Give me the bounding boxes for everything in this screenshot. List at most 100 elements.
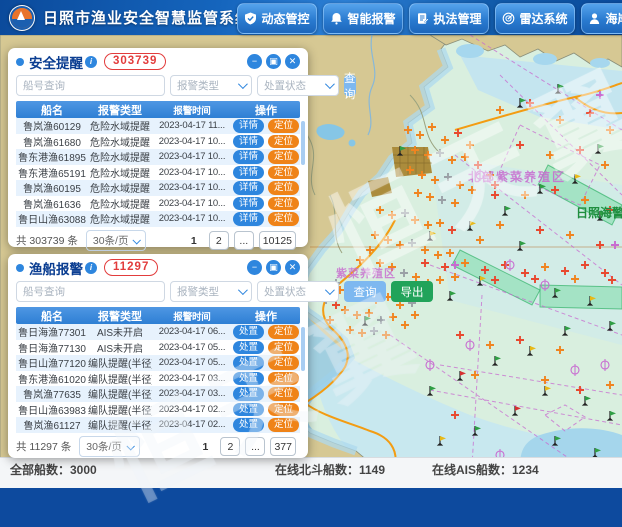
bell-icon: [330, 12, 343, 25]
page-size-select[interactable]: 30条/页: [79, 436, 140, 457]
locate-button[interactable]: 定位: [268, 197, 299, 211]
locate-button[interactable]: 定位: [268, 387, 299, 401]
page-size-select[interactable]: 30条/页: [86, 230, 147, 251]
detail-button[interactable]: 详情: [233, 166, 264, 180]
table-row[interactable]: 鲁岚渔61680危险水域提醒2023-04-17 10... 详情定位: [16, 134, 300, 150]
locate-button[interactable]: 定位: [268, 150, 299, 164]
col-operation: 操作: [232, 308, 300, 324]
table-row[interactable]: 鲁东港渔65191危险水域提醒2023-04-17 10... 详情定位: [16, 165, 300, 181]
page-last[interactable]: 377: [270, 437, 296, 456]
table-row[interactable]: 鲁岚渔61636危险水域提醒2023-04-17 10... 详情定位: [16, 196, 300, 212]
table-row[interactable]: 鲁岚渔61127编队提醒(半径)2023-04-17 02... 处置定位: [16, 417, 300, 433]
locate-button[interactable]: 定位: [268, 135, 299, 149]
detail-button[interactable]: 详情: [233, 150, 264, 164]
nav-tab-label: 执法管理: [433, 10, 481, 27]
page-1[interactable]: 1: [195, 437, 215, 456]
detail-button[interactable]: 详情: [233, 197, 264, 211]
page-1[interactable]: 1: [184, 231, 204, 250]
alarm-type-select[interactable]: 报警类型: [170, 281, 252, 302]
restore-icon[interactable]: ▣: [266, 260, 281, 275]
nav-tab-label: 雷达系统: [519, 10, 567, 27]
info-icon[interactable]: i: [85, 262, 97, 274]
locate-button[interactable]: 定位: [268, 119, 299, 133]
panel-bullet-icon: [16, 264, 24, 272]
table-row[interactable]: 鲁岚渔77635编队提醒(半径)2023-04-17 03... 处置定位: [16, 386, 300, 402]
handle-button[interactable]: 处置: [233, 418, 264, 432]
info-icon[interactable]: i: [85, 56, 97, 68]
col-alarm-time: 报警时间: [152, 103, 232, 117]
handle-button[interactable]: 处置: [233, 341, 264, 355]
online-beidou-stat: 在线北斗船数：1149: [275, 461, 385, 478]
table-header: 船名 报警类型 报警时间 操作: [16, 101, 300, 118]
export-button[interactable]: 导出: [391, 281, 433, 302]
page-ellipsis[interactable]: ...: [234, 231, 254, 250]
detail-button[interactable]: 详情: [233, 135, 264, 149]
handle-button[interactable]: 处置: [233, 356, 264, 370]
nav-tab-radar-system[interactable]: 雷达系统: [495, 3, 575, 34]
locate-button[interactable]: 定位: [268, 341, 299, 355]
minimize-icon[interactable]: −: [247, 260, 262, 275]
close-icon[interactable]: ✕: [285, 54, 300, 69]
alarm-table: 船名 报警类型 报警时间 操作 鲁日海渔77301AIS未开启2023-04-1…: [16, 307, 300, 433]
page-2[interactable]: 2: [220, 437, 240, 456]
locate-button[interactable]: 定位: [268, 181, 299, 195]
minimize-icon[interactable]: −: [247, 54, 262, 69]
detail-button[interactable]: 详情: [233, 212, 264, 226]
col-ship-name: 船名: [16, 308, 88, 324]
panel-title: 安全提醒: [29, 52, 83, 72]
locate-button[interactable]: 定位: [268, 403, 299, 417]
locate-button[interactable]: 定位: [268, 325, 299, 339]
table-row[interactable]: 鲁日海渔77130AIS未开启2023-04-17 05... 处置定位: [16, 340, 300, 356]
query-button[interactable]: 查询: [344, 75, 356, 96]
alarm-type-select[interactable]: 报警类型: [170, 75, 252, 96]
page-ellipsis[interactable]: ...: [245, 437, 265, 456]
select-placeholder: 报警类型: [177, 78, 219, 93]
table-row[interactable]: 鲁岚渔60129危险水域提醒2023-04-17 11... 详情定位: [16, 118, 300, 134]
nav-tab-smart-alarm[interactable]: 智能报警: [323, 3, 403, 34]
fleet-status-bar: 全部船数：3000 在线北斗船数：1149 在线AIS船数：1234: [0, 457, 622, 488]
select-placeholder: 处置状态: [264, 284, 306, 299]
locate-button[interactable]: 定位: [268, 372, 299, 386]
dispose-status-select[interactable]: 处置状态: [257, 75, 339, 96]
page-last[interactable]: 10125: [259, 231, 296, 250]
table-row[interactable]: 鲁东港渔61895危险水域提醒2023-04-17 10... 详情定位: [16, 149, 300, 165]
locate-button[interactable]: 定位: [268, 166, 299, 180]
dispose-status-select[interactable]: 处置状态: [257, 281, 339, 302]
handle-button[interactable]: 处置: [233, 403, 264, 417]
table-scrollbar[interactable]: [301, 327, 305, 371]
page-2[interactable]: 2: [209, 231, 229, 250]
table-row[interactable]: 鲁日海渔77301AIS未开启2023-04-17 06... 处置定位: [16, 324, 300, 340]
close-icon[interactable]: ✕: [285, 260, 300, 275]
ship-number-input[interactable]: [16, 281, 165, 302]
col-alarm-type: 报警类型: [88, 308, 152, 324]
locate-button[interactable]: 定位: [268, 418, 299, 432]
app-logo: [9, 5, 35, 31]
chevron-down-icon: [238, 285, 248, 295]
restore-icon[interactable]: ▣: [266, 54, 281, 69]
clipboard-edit-icon: [416, 12, 429, 25]
nav-tab-dynamic-control[interactable]: 动态管控: [237, 3, 317, 34]
safety-table: 船名 报警类型 报警时间 操作 鲁岚渔60129危险水域提醒2023-04-17…: [16, 101, 300, 227]
locate-button[interactable]: 定位: [268, 212, 299, 226]
nav-tab-coast-monitor[interactable]: 海岸监控: [581, 3, 622, 34]
table-row[interactable]: 鲁日山渔77120编队提醒(半径)2023-04-17 05... 处置定位: [16, 355, 300, 371]
table-row[interactable]: 鲁日山渔63983编队提醒(半径)2023-04-17 02... 处置定位: [16, 402, 300, 418]
query-button[interactable]: 查询: [344, 281, 386, 302]
table-row[interactable]: 鲁东港渔61020编队提醒(半径)2023-04-17 03... 处置定位: [16, 371, 300, 387]
handle-button[interactable]: 处置: [233, 325, 264, 339]
locate-button[interactable]: 定位: [268, 356, 299, 370]
table-row[interactable]: 鲁岚渔60195危险水域提醒2023-04-17 10... 详情定位: [16, 180, 300, 196]
col-ship-name: 船名: [16, 102, 88, 118]
aquaculture-zone-label: 北部紫菜养殖区: [468, 169, 566, 184]
select-placeholder: 报警类型: [177, 284, 219, 299]
detail-button[interactable]: 详情: [233, 119, 264, 133]
radar-icon: [502, 12, 515, 25]
nav-tab-law-enforcement[interactable]: 执法管理: [409, 3, 489, 34]
ship-number-input[interactable]: [16, 75, 165, 96]
handle-button[interactable]: 处置: [233, 387, 264, 401]
detail-button[interactable]: 详情: [233, 181, 264, 195]
col-alarm-type: 报警类型: [88, 102, 152, 118]
table-row[interactable]: 鲁日山渔63088危险水域提醒2023-04-17 10... 详情定位: [16, 211, 300, 227]
handle-button[interactable]: 处置: [233, 372, 264, 386]
table-scrollbar[interactable]: [301, 121, 305, 165]
